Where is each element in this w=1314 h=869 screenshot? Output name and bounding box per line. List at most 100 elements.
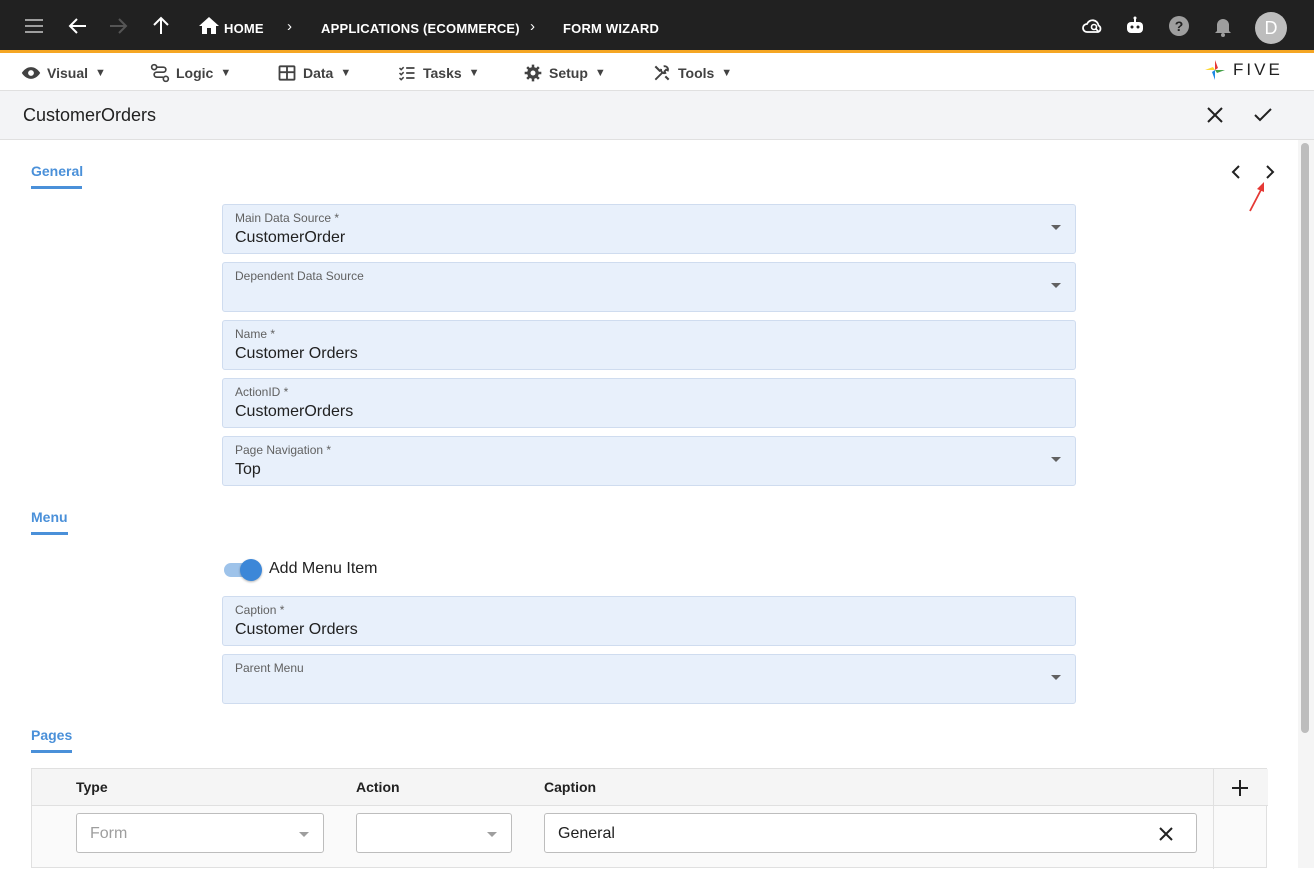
menu-data-label: Data (303, 65, 334, 81)
field-value: Top (235, 461, 261, 478)
field-value: Customer Orders (235, 345, 358, 362)
breadcrumb-home[interactable]: HOME (224, 21, 264, 36)
menu-setup-label: Setup (549, 65, 588, 81)
field-label: Page Navigation * (235, 443, 332, 457)
field-value: CustomerOrder (235, 229, 346, 246)
dropdown-arrow-icon[interactable] (1051, 675, 1061, 680)
section-general[interactable]: General (31, 163, 84, 189)
svg-text:?: ? (1175, 18, 1184, 34)
breadcrumb-applications[interactable]: APPLICATIONS (ECOMMERCE) (321, 21, 520, 36)
cloud-search-icon[interactable] (1080, 14, 1104, 38)
help-icon[interactable]: ? (1167, 14, 1191, 38)
section-underline (31, 750, 72, 753)
action-id-field[interactable]: ActionID * CustomerOrders (222, 378, 1076, 428)
field-value: CustomerOrders (235, 403, 354, 420)
up-arrow-icon[interactable] (149, 14, 173, 38)
section-underline (31, 186, 82, 189)
menu-tools-label: Tools (678, 65, 715, 81)
five-logo-text: FIVE (1233, 60, 1283, 79)
dropdown-arrow-icon[interactable] (299, 832, 309, 837)
form-title-bar: CustomerOrders (0, 91, 1314, 140)
menu-visual[interactable]: Visual ▼ (21, 62, 106, 84)
field-label: Dependent Data Source (235, 269, 364, 283)
column-header-action: Action (356, 779, 400, 795)
hamburger-menu-icon[interactable] (22, 14, 46, 38)
page-title: CustomerOrders (23, 105, 157, 125)
field-label: Caption * (235, 603, 285, 617)
scrollbar-thumb[interactable] (1301, 143, 1309, 733)
tasks-icon (398, 66, 415, 81)
next-page-chevron-icon[interactable] (1263, 162, 1277, 182)
menu-tools[interactable]: Tools ▼ (652, 62, 732, 84)
five-logo: FIVE (1203, 58, 1283, 82)
section-pages-label: Pages (31, 727, 73, 743)
dropdown-arrow-icon[interactable] (1051, 283, 1061, 288)
five-logo-mark-icon (1205, 60, 1225, 80)
notifications-bell-icon[interactable] (1211, 14, 1235, 38)
parent-menu-select[interactable]: Parent Menu (222, 654, 1076, 704)
caret-down-icon: ▼ (468, 67, 480, 79)
field-label: ActionID * (235, 385, 289, 399)
field-label: Name * (235, 327, 276, 341)
toggle-knob (240, 559, 262, 581)
previous-page-chevron-icon[interactable] (1229, 162, 1243, 182)
menu-tasks[interactable]: Tasks ▼ (397, 62, 480, 84)
save-check-button[interactable] (1251, 103, 1275, 127)
pages-grid: Type Action Caption Form General (31, 768, 1268, 869)
caret-down-icon: ▼ (340, 67, 352, 79)
breadcrumb-form-wizard: FORM WIZARD (563, 21, 660, 36)
pages-grid-header: Type Action Caption (32, 769, 1268, 806)
menu-logic-label: Logic (176, 65, 214, 81)
cancel-button[interactable] (1203, 103, 1227, 127)
main-menu-bar: Visual ▼ Logic ▼ Data ▼ Tasks ▼ Setup ▼ Tools… (0, 56, 1314, 91)
section-pages[interactable]: Pages (31, 727, 73, 753)
page-caption-value: General (558, 825, 615, 842)
breadcrumb-separator-icon: › (287, 18, 292, 35)
menu-logic[interactable]: Logic ▼ (150, 62, 231, 84)
caret-down-icon: ▼ (220, 67, 232, 79)
red-annotation-arrow-icon (1249, 182, 1264, 212)
breadcrumb-separator-icon: › (530, 18, 535, 35)
name-field[interactable]: Name * Customer Orders (222, 320, 1076, 370)
dropdown-arrow-icon[interactable] (1051, 457, 1061, 462)
menu-data[interactable]: Data ▼ (277, 62, 351, 84)
dropdown-arrow-icon[interactable] (487, 832, 497, 837)
section-menu[interactable]: Menu (31, 509, 68, 535)
section-general-label: General (31, 163, 84, 179)
field-label: Parent Menu (235, 661, 304, 675)
page-navigation-select[interactable]: Page Navigation * Top (222, 436, 1076, 486)
table-icon (278, 65, 296, 81)
caret-down-icon: ▼ (95, 67, 106, 79)
page-type-value: Form (90, 825, 128, 842)
home-icon[interactable] (197, 14, 221, 38)
section-menu-label: Menu (31, 509, 68, 525)
caret-down-icon: ▼ (721, 67, 733, 79)
eye-icon (21, 67, 41, 79)
main-data-source-select[interactable]: Main Data Source * CustomerOrder (222, 204, 1076, 254)
menu-setup[interactable]: Setup ▼ (523, 62, 606, 84)
top-app-bar: HOME › APPLICATIONS (ECOMMERCE) › FORM W… (0, 0, 1314, 53)
user-avatar[interactable]: D (1255, 12, 1287, 44)
forward-arrow-icon[interactable] (106, 14, 130, 38)
page-caption-input[interactable]: General (544, 813, 1197, 853)
gear-icon (524, 64, 542, 82)
tools-icon (654, 65, 670, 81)
back-arrow-icon[interactable] (66, 14, 90, 38)
menu-visual-label: Visual (47, 65, 88, 81)
page-type-select[interactable]: Form (76, 813, 324, 853)
add-menu-item-toggle[interactable] (222, 558, 262, 581)
page-action-select[interactable] (356, 813, 512, 853)
caret-down-icon: ▼ (594, 67, 606, 79)
clear-row-x-icon[interactable] (1156, 824, 1176, 844)
column-header-caption: Caption (544, 779, 597, 795)
caption-field[interactable]: Caption * Customer Orders (222, 596, 1076, 646)
add-row-plus-icon[interactable] (1229, 777, 1251, 799)
logic-icon (150, 63, 170, 83)
dependent-data-source-select[interactable]: Dependent Data Source (222, 262, 1076, 312)
section-underline (31, 532, 68, 535)
chatbot-icon[interactable] (1123, 14, 1147, 38)
dropdown-arrow-icon[interactable] (1051, 225, 1061, 230)
field-value: Customer Orders (235, 621, 358, 638)
menu-tasks-label: Tasks (423, 65, 462, 81)
field-label: Main Data Source * (235, 211, 340, 225)
